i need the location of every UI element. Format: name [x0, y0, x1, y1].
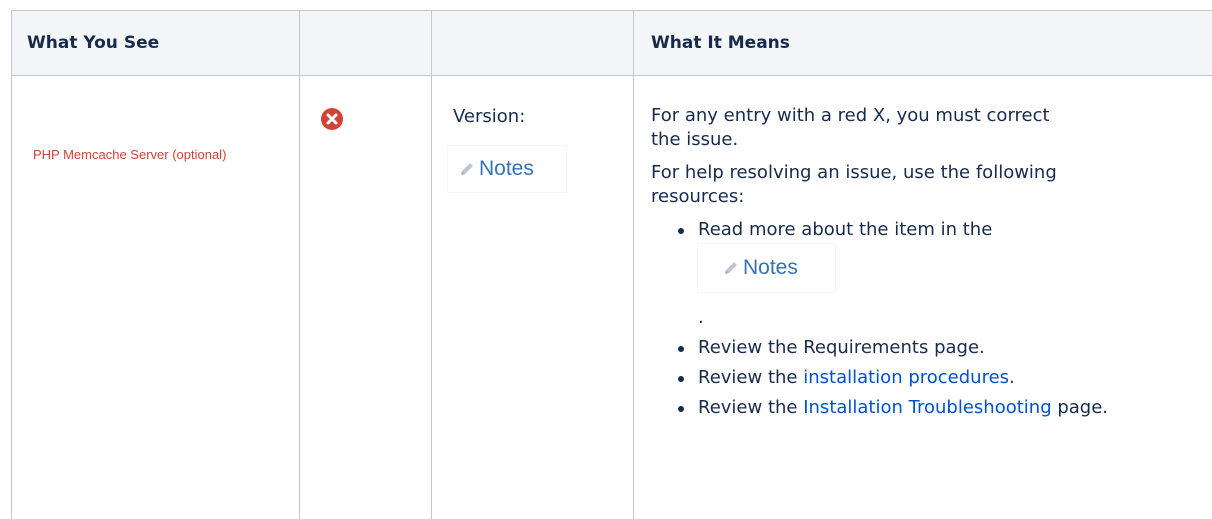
column-divider-1: [299, 10, 300, 519]
error-x-icon: [320, 107, 344, 131]
bullet-4-suffix: page.: [1051, 397, 1109, 418]
list-item: Read more about the item in the Notes .: [678, 218, 1196, 330]
meaning-cell: For any entry with a red X, you must cor…: [651, 104, 1196, 426]
bullet-1-period: .: [698, 307, 704, 328]
bullet-3-prefix: Review the: [698, 367, 804, 388]
list-item: Review the Requirements page.: [678, 336, 1196, 360]
installation-troubleshooting-link[interactable]: Installation Troubleshooting: [803, 397, 1051, 418]
list-item: Review the Installation Troubleshooting …: [678, 396, 1196, 420]
bullet-1-text: Read more about the item in the: [698, 219, 993, 240]
table-border-left: [11, 10, 12, 519]
column-divider-2: [431, 10, 432, 519]
bullet-2-text: Review the Requirements page.: [698, 337, 985, 358]
notes-link[interactable]: Notes: [448, 146, 566, 192]
header-what-you-see: What You See: [27, 33, 160, 53]
header-what-it-means: What It Means: [651, 33, 790, 53]
notes-label: Notes: [479, 157, 534, 180]
table-border-top: [11, 10, 1212, 11]
requirement-label: PHP Memcache Server (optional): [33, 147, 227, 162]
bullet-3-suffix: .: [1009, 367, 1015, 388]
table-header-divider: [11, 75, 1212, 76]
notes-link-inline[interactable]: Notes: [698, 244, 835, 292]
notes-inline-label: Notes: [743, 256, 798, 279]
installation-procedures-link[interactable]: installation procedures: [803, 367, 1009, 388]
meaning-paragraph-2: For help resolving an issue, use the fol…: [651, 162, 1057, 207]
list-item: Review the installation procedures.: [678, 366, 1196, 390]
requirements-table: What You See What It Means PHP Memcache …: [0, 0, 1212, 519]
meaning-paragraph-1: For any entry with a red X, you must cor…: [651, 105, 1050, 150]
column-divider-3: [633, 10, 634, 519]
pencil-icon: [461, 163, 473, 175]
table-header-row: [11, 11, 1212, 75]
version-label: Version:: [453, 106, 526, 127]
resources-list: Read more about the item in the Notes . …: [651, 218, 1196, 420]
bullet-4-prefix: Review the: [698, 397, 804, 418]
pencil-icon: [725, 262, 737, 274]
